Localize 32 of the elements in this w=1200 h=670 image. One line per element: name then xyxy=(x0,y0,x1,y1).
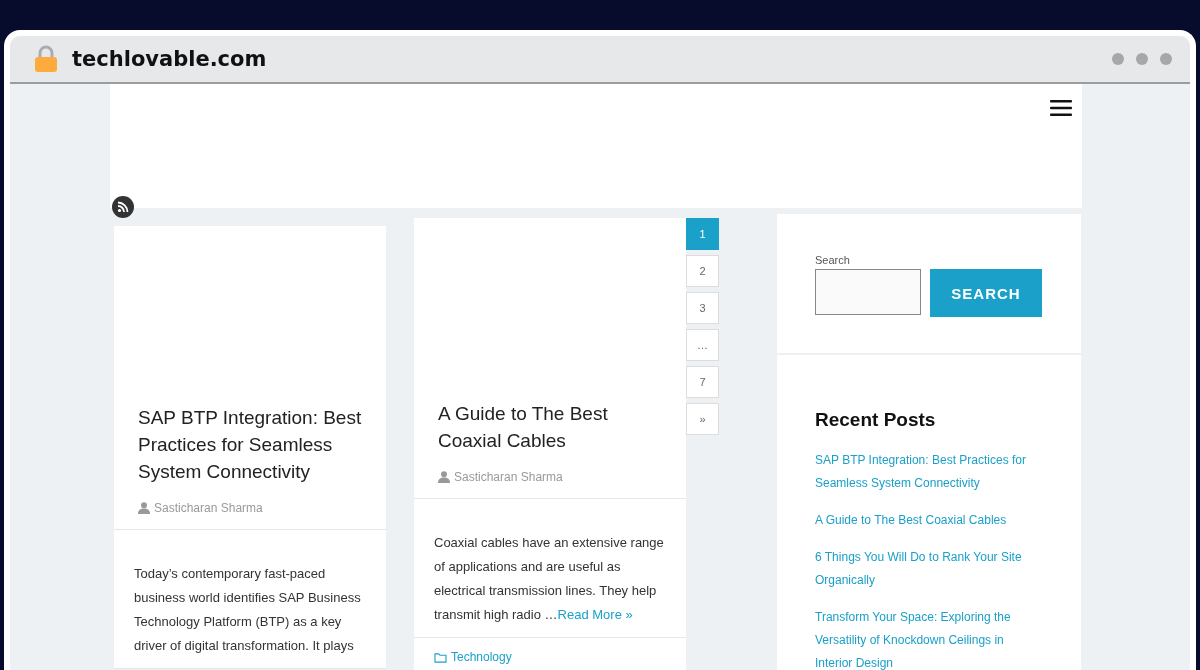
author-name[interactable]: Sasticharan Sharma xyxy=(454,470,563,484)
widget-title: Recent Posts xyxy=(815,409,937,431)
lock-icon xyxy=(34,45,58,73)
menu-icon[interactable] xyxy=(1050,100,1072,116)
recent-post-link[interactable]: Transform Your Space: Exploring the Versatility of Knockdown Ceilings in Interior Design xyxy=(815,606,1043,670)
page-button[interactable]: » xyxy=(686,403,719,435)
author-name[interactable]: Sasticharan Sharma xyxy=(154,501,263,515)
page-button[interactable]: 2 xyxy=(686,255,719,287)
search-label: Search xyxy=(815,254,851,266)
read-more-link[interactable]: Read More » xyxy=(557,607,633,622)
post-title[interactable]: SAP BTP Integration: Best Practices for Seamless System Connectivity xyxy=(138,404,364,485)
post-excerpt: Coaxial cables have an extensive range of applications and are useful as electrical transmission lines. They help transmit high radio …Read More » xyxy=(434,534,665,624)
post-excerpt: Today’s contemporary fast-paced business world identifies SAP Business Technology Platform (BTP) as a key driver of digital transformation. It plays xyxy=(134,565,362,655)
folder-icon xyxy=(434,651,447,663)
window-dot xyxy=(1112,53,1124,65)
person-icon xyxy=(438,471,450,483)
address-text: techlovable.com xyxy=(72,47,267,71)
person-icon xyxy=(138,502,150,514)
post-title[interactable]: A Guide to The Best Coaxial Cables xyxy=(438,400,664,454)
recent-post-link[interactable]: A Guide to The Best Coaxial Cables xyxy=(815,509,1043,532)
window-dot xyxy=(1160,53,1172,65)
page-button[interactable]: … xyxy=(686,329,719,361)
page-button[interactable]: 1 xyxy=(686,218,719,250)
category-link[interactable]: Technology xyxy=(451,650,512,664)
search-button[interactable]: SEARCH xyxy=(930,269,1042,317)
page-button[interactable]: 7 xyxy=(686,366,719,398)
recent-post-link[interactable]: SAP BTP Integration: Best Practices for Seamless System Connectivity xyxy=(815,449,1043,495)
page-button[interactable]: 3 xyxy=(686,292,719,324)
recent-post-link[interactable]: 6 Things You Will Do to Rank Your Site Organically xyxy=(815,546,1043,592)
rss-icon[interactable] xyxy=(112,196,134,218)
search-field[interactable] xyxy=(815,269,921,315)
window-dot xyxy=(1136,53,1148,65)
